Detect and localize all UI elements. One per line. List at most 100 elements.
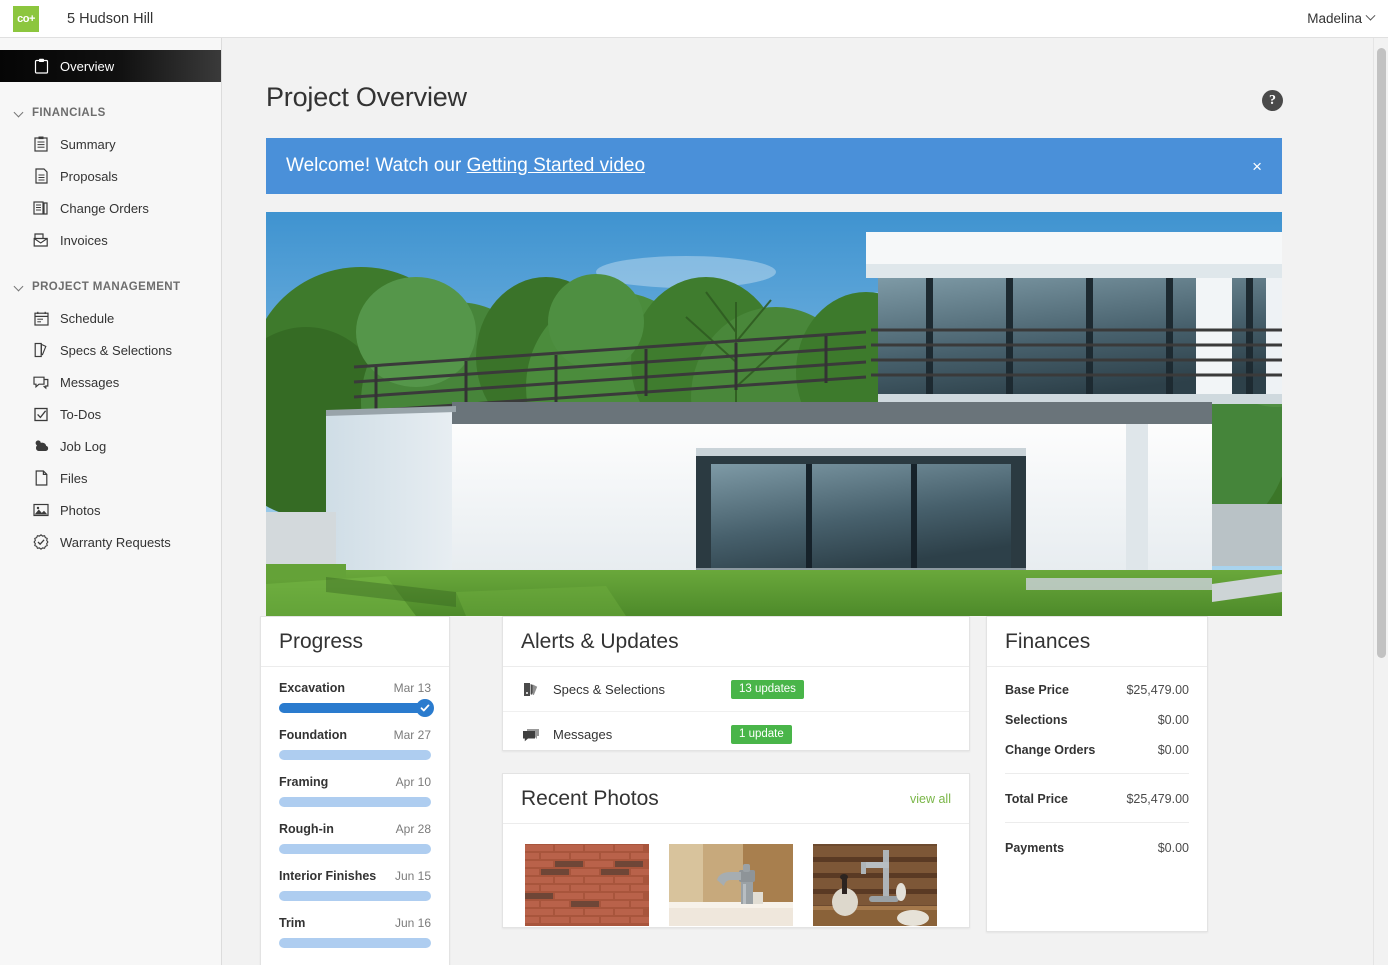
- recent-photos-card-header: Recent Photos view all: [503, 774, 969, 824]
- speech-bubbles-icon: [521, 725, 541, 745]
- progress-bar: [279, 938, 431, 948]
- sidebar-item-proposals-label: Proposals: [60, 169, 118, 184]
- sidebar-item-warranty-requests[interactable]: Warranty Requests: [0, 526, 221, 558]
- finance-total-value: $25,479.00: [1126, 792, 1189, 806]
- finance-row-payments: Payments $0.00: [1005, 841, 1189, 855]
- finance-row-label: Base Price: [1005, 683, 1069, 697]
- sidebar-item-schedule[interactable]: Schedule: [0, 302, 221, 334]
- sidebar-item-invoices-label: Invoices: [60, 233, 108, 248]
- photo-thumbnail-brick-wall[interactable]: [525, 844, 649, 926]
- rustic-faucet-photo: [813, 844, 937, 926]
- finances-card-title: Finances: [1005, 630, 1090, 654]
- progress-row-name: Rough-in: [279, 822, 334, 836]
- progress-list: Excavation Mar 13 Foundation Mar 27: [261, 667, 449, 948]
- alert-row-messages[interactable]: Messages 1 update: [503, 712, 969, 757]
- progress-row-date: Jun 15: [395, 869, 431, 883]
- sidebar-item-messages[interactable]: Messages: [0, 366, 221, 398]
- sidebar-section-financials[interactable]: FINANCIALS: [0, 98, 221, 128]
- sidebar: Overview FINANCIALS Summary Pr: [0, 38, 222, 965]
- finance-payments-label: Payments: [1005, 841, 1064, 855]
- close-icon[interactable]: ×: [1252, 158, 1262, 175]
- progress-card: Progress Excavation Mar 13 Foundation: [260, 616, 450, 965]
- finances-body: Base Price $25,479.00 Selections $0.00 C…: [987, 667, 1207, 855]
- divider: [1005, 822, 1189, 823]
- welcome-banner-text: Welcome! Watch our Getting Started video: [286, 155, 645, 177]
- progress-row[interactable]: Trim Jun 16: [279, 916, 431, 948]
- recent-photos-card: Recent Photos view all: [502, 773, 970, 928]
- sidebar-section-financials-label: FINANCIALS: [32, 107, 106, 119]
- progress-bar: [279, 844, 431, 854]
- getting-started-video-link[interactable]: Getting Started video: [467, 155, 646, 176]
- sidebar-item-job-log[interactable]: Job Log: [0, 430, 221, 462]
- documents-stack-icon: [32, 199, 50, 217]
- finance-row-change-orders: Change Orders $0.00: [1005, 743, 1189, 757]
- page-scrollbar-thumb[interactable]: [1377, 48, 1386, 658]
- progress-row-name: Interior Finishes: [279, 869, 376, 883]
- bathroom-faucet-photo: [669, 844, 793, 926]
- project-hero-image: [266, 212, 1282, 616]
- user-menu-label: Madelina: [1307, 11, 1362, 26]
- progress-row-name: Framing: [279, 775, 328, 789]
- file-icon: [32, 469, 50, 487]
- welcome-banner-prefix: Welcome! Watch our: [286, 155, 467, 176]
- help-icon[interactable]: ?: [1262, 90, 1283, 111]
- progress-row-date: Jun 16: [395, 916, 431, 930]
- sidebar-item-summary-label: Summary: [60, 137, 116, 152]
- sidebar-item-files[interactable]: Files: [0, 462, 221, 494]
- alert-row-specs-selections[interactable]: Specs & Selections 13 updates: [503, 667, 969, 712]
- top-bar: co+ 5 Hudson Hill Madelina: [0, 0, 1388, 38]
- sidebar-item-messages-label: Messages: [60, 375, 119, 390]
- photo-thumbnail-rustic-faucet[interactable]: [813, 844, 937, 926]
- progress-card-header: Progress: [261, 617, 449, 667]
- sidebar-item-overview[interactable]: Overview: [0, 50, 221, 82]
- sidebar-item-to-dos[interactable]: To-Dos: [0, 398, 221, 430]
- progress-row[interactable]: Interior Finishes Jun 15: [279, 869, 431, 901]
- finance-row-value: $25,479.00: [1126, 683, 1189, 697]
- summary-list-icon: [32, 135, 50, 153]
- progress-row-name: Trim: [279, 916, 305, 930]
- progress-row-date: Apr 10: [396, 775, 431, 789]
- sidebar-item-job-log-label: Job Log: [60, 439, 106, 454]
- sidebar-item-change-orders-label: Change Orders: [60, 201, 149, 216]
- progress-row[interactable]: Rough-in Apr 28: [279, 822, 431, 854]
- sidebar-item-proposals[interactable]: Proposals: [0, 160, 221, 192]
- swatch-icon: [521, 679, 541, 699]
- progress-bar: [279, 797, 431, 807]
- checkbox-icon: [32, 405, 50, 423]
- app-logo[interactable]: co+: [13, 6, 39, 32]
- chevron-down-icon: [14, 108, 25, 119]
- finance-total-label: Total Price: [1005, 792, 1068, 806]
- sidebar-item-schedule-label: Schedule: [60, 311, 114, 326]
- sidebar-item-summary[interactable]: Summary: [0, 128, 221, 160]
- welcome-banner: Welcome! Watch our Getting Started video…: [266, 138, 1282, 194]
- sidebar-item-to-dos-label: To-Dos: [60, 407, 101, 422]
- finances-card-header: Finances: [987, 617, 1207, 667]
- finance-payments-value: $0.00: [1158, 841, 1189, 855]
- app-logo-text: co+: [17, 13, 35, 25]
- sidebar-item-specs-selections[interactable]: Specs & Selections: [0, 334, 221, 366]
- sidebar-item-change-orders[interactable]: Change Orders: [0, 192, 221, 224]
- view-all-photos-link[interactable]: view all: [910, 792, 951, 806]
- sidebar-item-invoices[interactable]: Invoices: [0, 224, 221, 256]
- sidebar-item-warranty-requests-label: Warranty Requests: [60, 535, 171, 550]
- recent-photos-strip: [503, 824, 969, 926]
- cloud-sun-icon: [32, 437, 50, 455]
- progress-row[interactable]: Framing Apr 10: [279, 775, 431, 807]
- progress-row-name: Excavation: [279, 681, 345, 695]
- progress-bar: [279, 891, 431, 901]
- user-menu[interactable]: Madelina: [1307, 11, 1374, 26]
- main-content: Project Overview ? Welcome! Watch our Ge…: [222, 38, 1388, 965]
- sidebar-item-files-label: Files: [60, 471, 87, 486]
- speech-bubbles-icon: [32, 373, 50, 391]
- sidebar-item-photos[interactable]: Photos: [0, 494, 221, 526]
- alerts-card-header: Alerts & Updates: [503, 617, 969, 667]
- photo-thumbnail-bathroom-faucet[interactable]: [669, 844, 793, 926]
- alerts-card-title: Alerts & Updates: [521, 630, 679, 654]
- finance-row-label: Change Orders: [1005, 743, 1095, 757]
- divider: [1005, 773, 1189, 774]
- progress-row[interactable]: Excavation Mar 13: [279, 681, 431, 713]
- finances-card: Finances Base Price $25,479.00 Selection…: [986, 616, 1208, 932]
- sidebar-section-project-management[interactable]: PROJECT MANAGEMENT: [0, 272, 221, 302]
- progress-row[interactable]: Foundation Mar 27: [279, 728, 431, 760]
- finance-row-selections: Selections $0.00: [1005, 713, 1189, 727]
